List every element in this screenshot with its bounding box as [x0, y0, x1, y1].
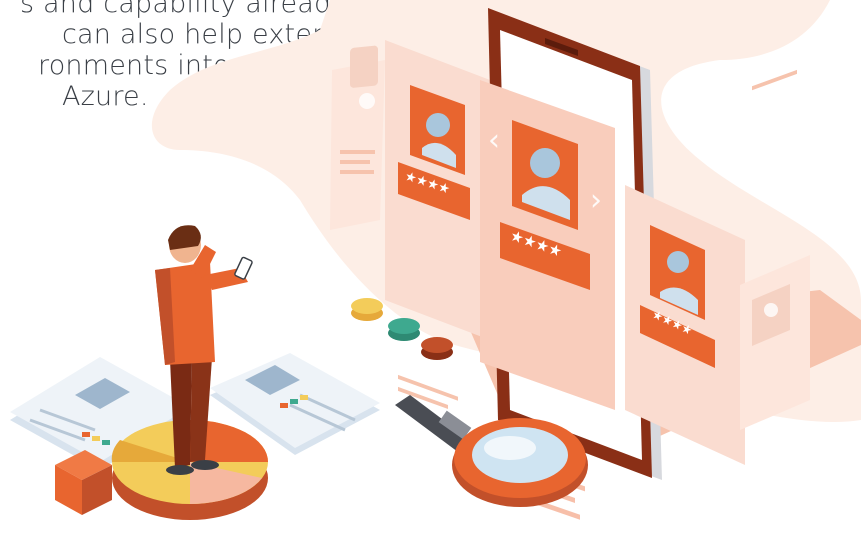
profile-card-left	[330, 45, 385, 230]
chevron-right-icon: ›	[590, 183, 602, 218]
chevron-left-icon: ‹	[488, 123, 500, 158]
illustration: ★★★★ ‹ › ★★★★ ★★★★	[10, 0, 861, 520]
